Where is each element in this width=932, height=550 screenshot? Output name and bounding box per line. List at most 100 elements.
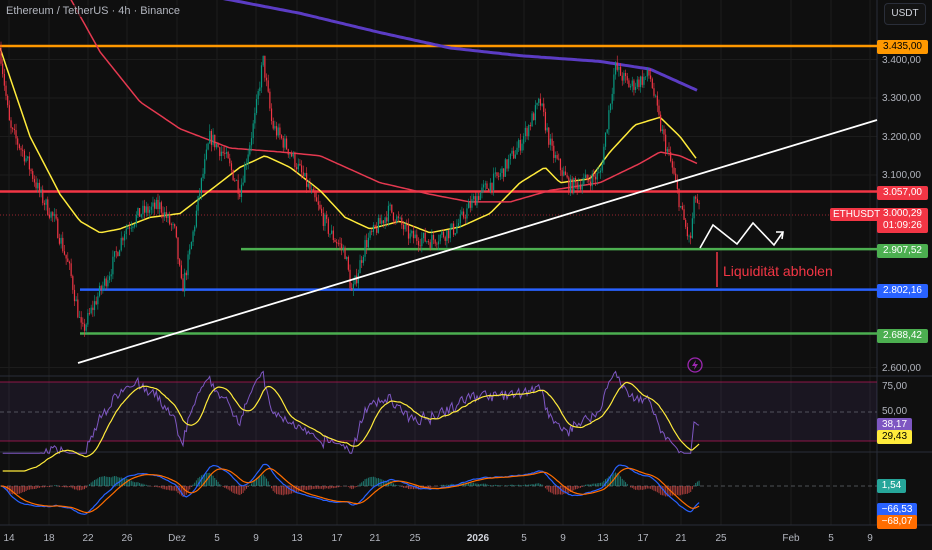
time-label: 21 xyxy=(675,533,687,544)
candle xyxy=(17,138,19,145)
candle xyxy=(513,150,515,159)
candle xyxy=(583,177,585,184)
candle xyxy=(0,47,2,64)
zigzag-projection[interactable] xyxy=(699,221,784,249)
price-label: 3.300,00 xyxy=(882,93,921,104)
candle xyxy=(588,179,590,182)
candle xyxy=(342,247,344,249)
candle xyxy=(494,172,496,174)
candle xyxy=(38,182,41,193)
candle xyxy=(98,285,101,297)
candle xyxy=(476,196,478,206)
candle xyxy=(554,155,557,158)
candle xyxy=(434,239,436,244)
candle xyxy=(386,217,388,222)
candle xyxy=(389,204,391,206)
candle xyxy=(230,163,233,170)
candle xyxy=(247,154,249,164)
candle xyxy=(88,313,91,314)
candle xyxy=(516,147,518,155)
candle xyxy=(105,278,107,287)
time-label: 14 xyxy=(3,533,15,544)
horizontal-levels[interactable] xyxy=(0,44,877,335)
candle xyxy=(391,204,393,213)
candle xyxy=(394,220,396,223)
candle xyxy=(290,153,293,157)
liquidity-annotation[interactable]: Liquidität abholen xyxy=(723,263,833,279)
candle xyxy=(479,192,481,201)
candle xyxy=(317,201,319,205)
candle xyxy=(469,202,471,208)
candle xyxy=(194,226,196,232)
candle xyxy=(616,62,618,70)
candle xyxy=(204,159,206,174)
candle xyxy=(123,234,126,241)
candle xyxy=(67,258,69,262)
time-label: 21 xyxy=(369,533,381,544)
candle xyxy=(222,151,224,154)
ma-yellow-line xyxy=(0,47,697,234)
candle xyxy=(37,182,39,189)
candle xyxy=(60,237,62,244)
candle xyxy=(12,127,14,129)
candle xyxy=(419,245,421,247)
candle xyxy=(686,226,688,237)
candle xyxy=(155,199,157,209)
candle xyxy=(417,241,420,246)
candles xyxy=(0,41,700,337)
candle xyxy=(409,233,411,239)
candle xyxy=(635,86,637,90)
candle xyxy=(499,173,501,177)
candle xyxy=(27,156,29,159)
candle xyxy=(564,171,567,176)
macd-line xyxy=(0,463,700,515)
candle xyxy=(100,285,102,291)
time-label: 5 xyxy=(828,533,834,544)
candle xyxy=(431,234,433,248)
candle xyxy=(613,74,615,94)
candle xyxy=(95,301,97,305)
candle xyxy=(457,223,460,226)
candle xyxy=(399,217,401,219)
candle xyxy=(508,158,510,169)
candle xyxy=(696,198,698,203)
level-tag-2802: 2.802,16 xyxy=(877,284,928,298)
candle xyxy=(412,230,415,239)
candle xyxy=(356,275,358,284)
candle xyxy=(341,243,343,249)
candle xyxy=(359,260,361,274)
lightning-icon[interactable] xyxy=(687,357,703,373)
candle xyxy=(287,149,289,155)
candle xyxy=(139,208,141,217)
candle xyxy=(681,205,683,210)
candle xyxy=(314,190,316,198)
candle xyxy=(501,168,503,174)
candle xyxy=(631,80,633,87)
candle xyxy=(187,254,189,276)
candle xyxy=(169,214,171,225)
candle xyxy=(561,170,563,176)
candle xyxy=(15,130,17,139)
time-label: 25 xyxy=(715,533,727,544)
candle xyxy=(656,95,658,106)
candle xyxy=(77,299,79,318)
candle xyxy=(346,256,348,260)
time-label: 9 xyxy=(867,533,873,544)
candle xyxy=(250,138,253,146)
candle xyxy=(392,212,395,221)
candle xyxy=(538,98,540,103)
candle xyxy=(503,168,505,177)
candle xyxy=(217,143,219,148)
candle xyxy=(264,55,266,78)
candle xyxy=(50,212,52,218)
candle xyxy=(284,138,286,148)
candle xyxy=(650,75,652,79)
candle xyxy=(150,206,152,210)
candle xyxy=(185,272,187,276)
candle xyxy=(237,180,239,194)
candle xyxy=(661,129,663,132)
candle xyxy=(478,196,480,201)
currency-button[interactable]: USDT xyxy=(884,3,926,25)
candle xyxy=(493,173,495,191)
candle xyxy=(295,167,298,170)
